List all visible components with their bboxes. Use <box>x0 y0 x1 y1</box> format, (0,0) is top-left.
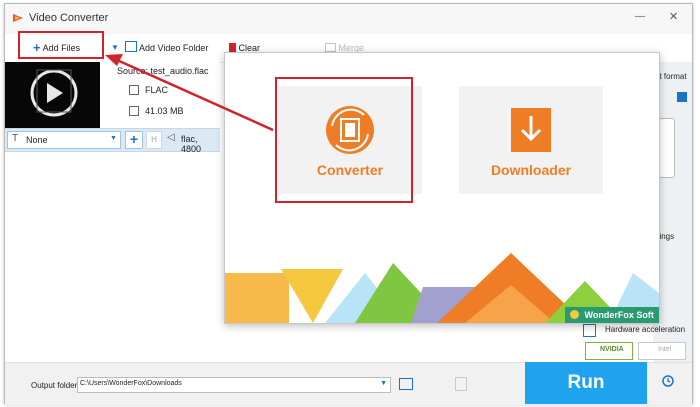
pointer-arrow <box>105 54 274 132</box>
app-window: Video Converter — ✕ + Add Files ▼ Add Vi… <box>4 3 693 405</box>
